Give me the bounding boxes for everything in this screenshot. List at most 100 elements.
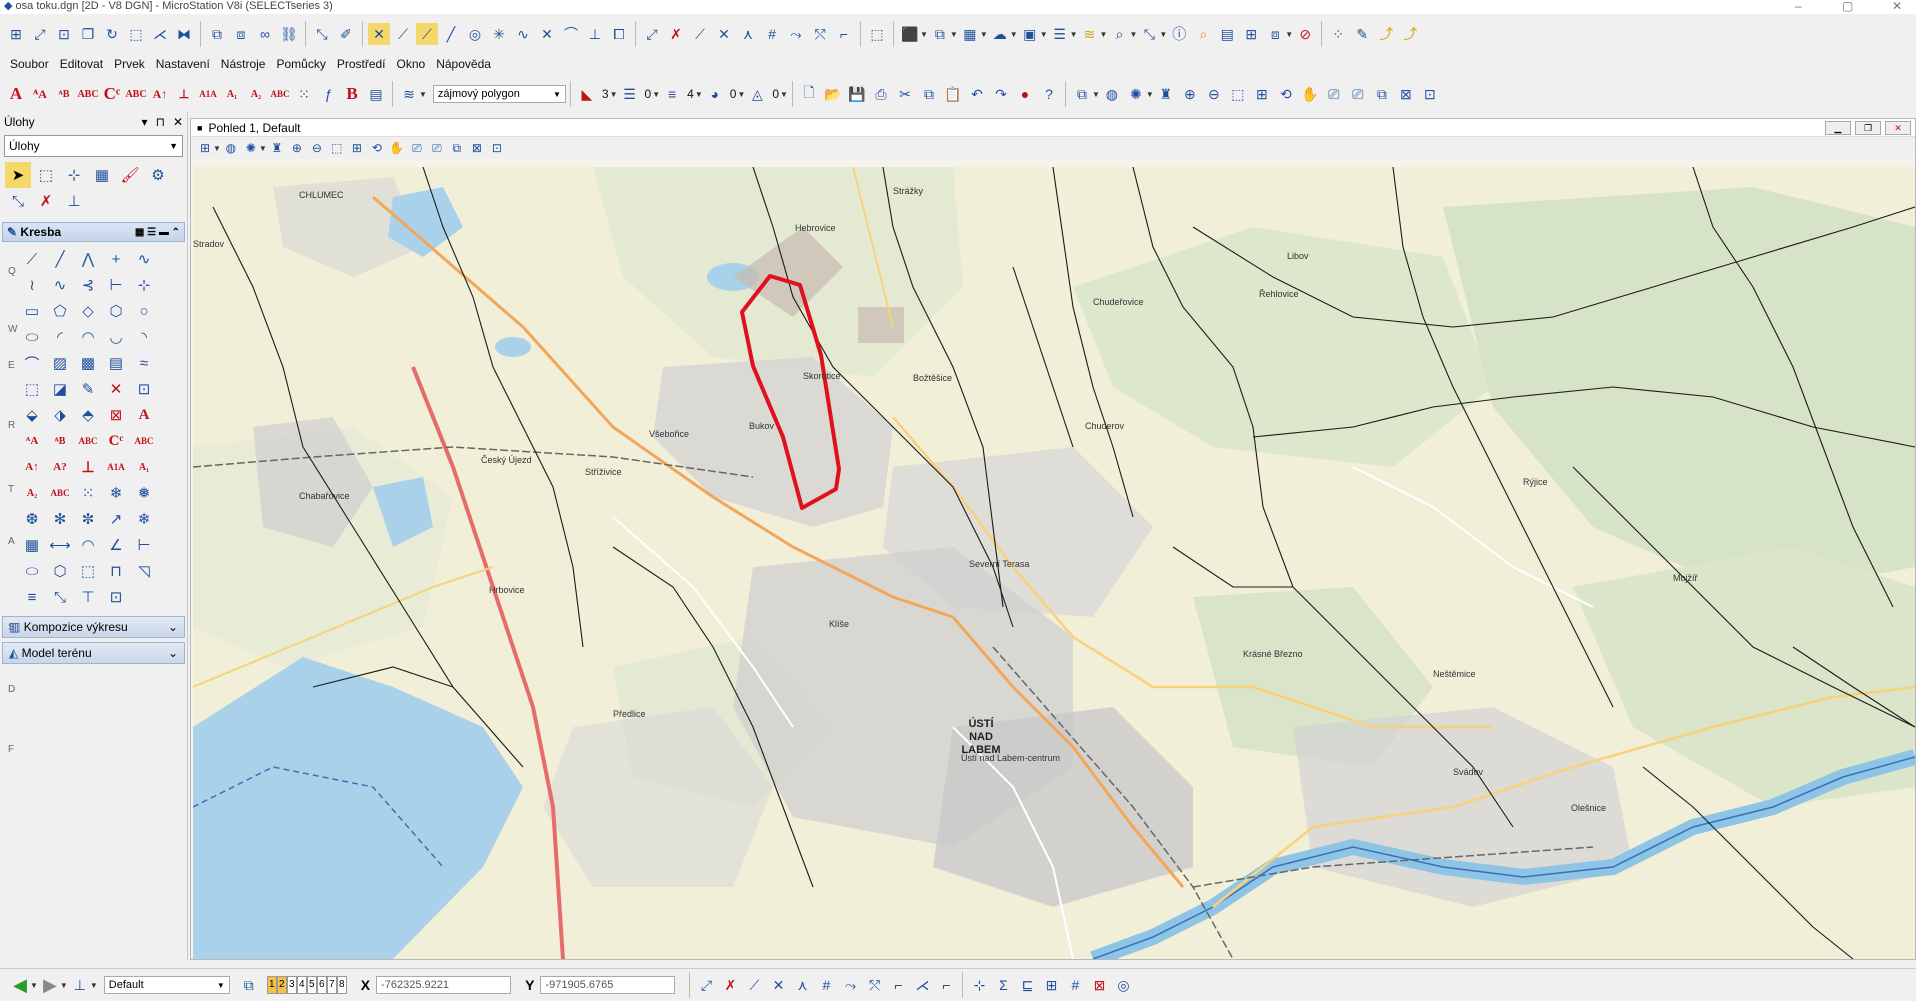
- corner-icon[interactable]: ⌐: [833, 23, 855, 45]
- info-icon[interactable]: ⓘ: [1168, 23, 1190, 45]
- close-button[interactable]: ✕: [1892, 0, 1902, 13]
- snowflake4-icon[interactable]: ✻: [47, 506, 73, 532]
- circle-tool-icon[interactable]: ○: [131, 298, 157, 324]
- arc-tool-icon[interactable]: ⊰: [75, 272, 101, 298]
- undo-icon[interactable]: ↶: [966, 83, 988, 105]
- hatch-icon[interactable]: ▨: [47, 350, 73, 376]
- paste-icon[interactable]: 📋: [942, 83, 964, 105]
- chevron-down-icon[interactable]: ▼: [610, 90, 618, 99]
- intersect-line-icon[interactable]: ✕: [767, 974, 789, 996]
- drawing-composition-section[interactable]: ▥ Kompozice výkresu ⌄: [2, 616, 185, 638]
- point-icon[interactable]: +: [103, 246, 129, 272]
- transparency-value[interactable]: 0: [730, 87, 737, 101]
- help-icon[interactable]: ?: [1038, 83, 1060, 105]
- menu-soubor[interactable]: Soubor: [10, 57, 49, 71]
- settings-icon[interactable]: ⚙: [145, 162, 171, 188]
- extend-line-icon[interactable]: ⤢: [695, 974, 717, 996]
- grid-line-icon[interactable]: #: [815, 974, 837, 996]
- view-light-icon[interactable]: ✺: [242, 139, 260, 157]
- cell-query-icon[interactable]: ⬗: [47, 402, 73, 428]
- chevron-down-icon[interactable]: ▼: [780, 90, 788, 99]
- cloud-icon[interactable]: ☁: [989, 23, 1011, 45]
- priority-value[interactable]: 0: [772, 87, 779, 101]
- shape-icon[interactable]: ⬠: [47, 298, 73, 324]
- chevron-down-icon[interactable]: ▼: [1070, 30, 1078, 39]
- scale-icon[interactable]: ⬚: [125, 23, 147, 45]
- polygon-icon[interactable]: ⬡: [103, 298, 129, 324]
- rotate-view-icon[interactable]: ⟲: [1275, 83, 1297, 105]
- view-groups-icon[interactable]: ⧉: [238, 974, 260, 996]
- node-text-tool-icon[interactable]: ⊥: [75, 454, 101, 480]
- chevron-down-icon[interactable]: ▼: [950, 30, 958, 39]
- a2-text-tool-icon[interactable]: A₂: [19, 480, 45, 506]
- partial-delete-icon[interactable]: ⤳: [839, 974, 861, 996]
- save-icon[interactable]: 💾: [846, 83, 868, 105]
- menu-nastaveni[interactable]: Nastavení: [156, 57, 210, 71]
- dotted-field-tool-icon[interactable]: ⁙: [75, 480, 101, 506]
- view-minimize-button[interactable]: ▁: [1825, 120, 1851, 135]
- chevron-down-icon[interactable]: ▼: [1010, 30, 1018, 39]
- view-3-button[interactable]: 3: [286, 976, 297, 994]
- layers-icon[interactable]: ☰: [1049, 23, 1071, 45]
- cell-replace-icon[interactable]: ⬘: [75, 402, 101, 428]
- chevron-down-icon[interactable]: ▼: [1040, 30, 1048, 39]
- table-icon[interactable]: ▦: [959, 23, 981, 45]
- view-5-button[interactable]: 5: [306, 976, 317, 994]
- function-icon[interactable]: ƒ: [317, 83, 339, 105]
- view-6-button[interactable]: 6: [316, 976, 327, 994]
- quarter-ellipse-icon[interactable]: ◡: [103, 324, 129, 350]
- tentative-icon[interactable]: Σ: [992, 974, 1014, 996]
- cross-icon[interactable]: ✕: [536, 23, 558, 45]
- move-icon[interactable]: ⊡: [53, 23, 75, 45]
- redo-icon[interactable]: ↷: [990, 83, 1012, 105]
- delete-icon[interactable]: ✗: [665, 23, 687, 45]
- place-text-tool-icon[interactable]: A: [131, 402, 157, 428]
- view-pan-icon[interactable]: ✋: [388, 139, 406, 157]
- crosshatch-icon[interactable]: ▩: [75, 350, 101, 376]
- group-icon[interactable]: ⧉: [206, 23, 228, 45]
- arc-icon[interactable]: ⌒: [560, 23, 582, 45]
- delete-pattern-icon[interactable]: ✕: [103, 376, 129, 402]
- abc-field-tool-icon[interactable]: ABC: [47, 480, 73, 506]
- snowflake2-icon[interactable]: ❅: [131, 480, 157, 506]
- print-icon[interactable]: ⎙: [870, 83, 892, 105]
- chevron-down-icon[interactable]: ▼: [1100, 30, 1108, 39]
- text-copy-icon[interactable]: Cᶜ: [101, 83, 123, 105]
- transparency-icon[interactable]: ◕: [704, 83, 726, 105]
- pattern-icon[interactable]: ▤: [103, 350, 129, 376]
- pencil-icon[interactable]: ✎: [1351, 23, 1373, 45]
- find-icon[interactable]: ⌕: [1192, 23, 1214, 45]
- bold-icon[interactable]: B: [341, 83, 363, 105]
- folder-arrow-icon[interactable]: ⤴: [1375, 23, 1397, 45]
- select-arrow-icon[interactable]: ➤: [5, 162, 31, 188]
- snap-settings-icon[interactable]: ⊹: [968, 974, 990, 996]
- render-icon[interactable]: ◍: [1101, 83, 1123, 105]
- view-mode-icon[interactable]: ▦ ☰ ▬ ⌃: [135, 227, 180, 238]
- text-spell-icon[interactable]: ᴬB: [53, 83, 75, 105]
- copy-icon[interactable]: ❐: [77, 23, 99, 45]
- view-zoom-out-icon[interactable]: ⊖: [308, 139, 326, 157]
- table-tool-icon[interactable]: ▦: [19, 532, 45, 558]
- view-1-button[interactable]: 1: [266, 976, 277, 994]
- fence-modify-icon[interactable]: ⊓: [103, 558, 129, 584]
- ungroup-icon[interactable]: ⧈: [230, 23, 252, 45]
- fit-view-icon[interactable]: ⤡: [311, 23, 333, 45]
- dots-icon[interactable]: ⁘: [1327, 23, 1349, 45]
- arc-place-icon[interactable]: ◜: [47, 324, 73, 350]
- reference-icon[interactable]: ▤: [1216, 23, 1238, 45]
- solid-icon[interactable]: ⬛: [899, 23, 921, 45]
- close-icon[interactable]: ✕: [173, 115, 183, 129]
- star-icon[interactable]: ✳: [488, 23, 510, 45]
- dimension-angle-icon[interactable]: ∠: [103, 532, 129, 558]
- menu-nastroje[interactable]: Nástroje: [221, 57, 266, 71]
- note-text-tool-icon[interactable]: A?: [47, 454, 73, 480]
- dropdown-icon[interactable]: ▾: [142, 115, 148, 129]
- chevron-down-icon[interactable]: ▼: [737, 90, 745, 99]
- dimension-ordinate-icon[interactable]: ⊢: [131, 532, 157, 558]
- cell-select-icon[interactable]: ⬙: [19, 402, 45, 428]
- pan-icon[interactable]: ✋: [1299, 83, 1321, 105]
- view-2-button[interactable]: 2: [276, 976, 287, 994]
- drawing-section-header[interactable]: ✎ Kresba ▦ ☰ ▬ ⌃: [2, 222, 185, 242]
- match-pattern-icon[interactable]: ⬚: [19, 376, 45, 402]
- chevron-down-icon[interactable]: ▼: [652, 90, 660, 99]
